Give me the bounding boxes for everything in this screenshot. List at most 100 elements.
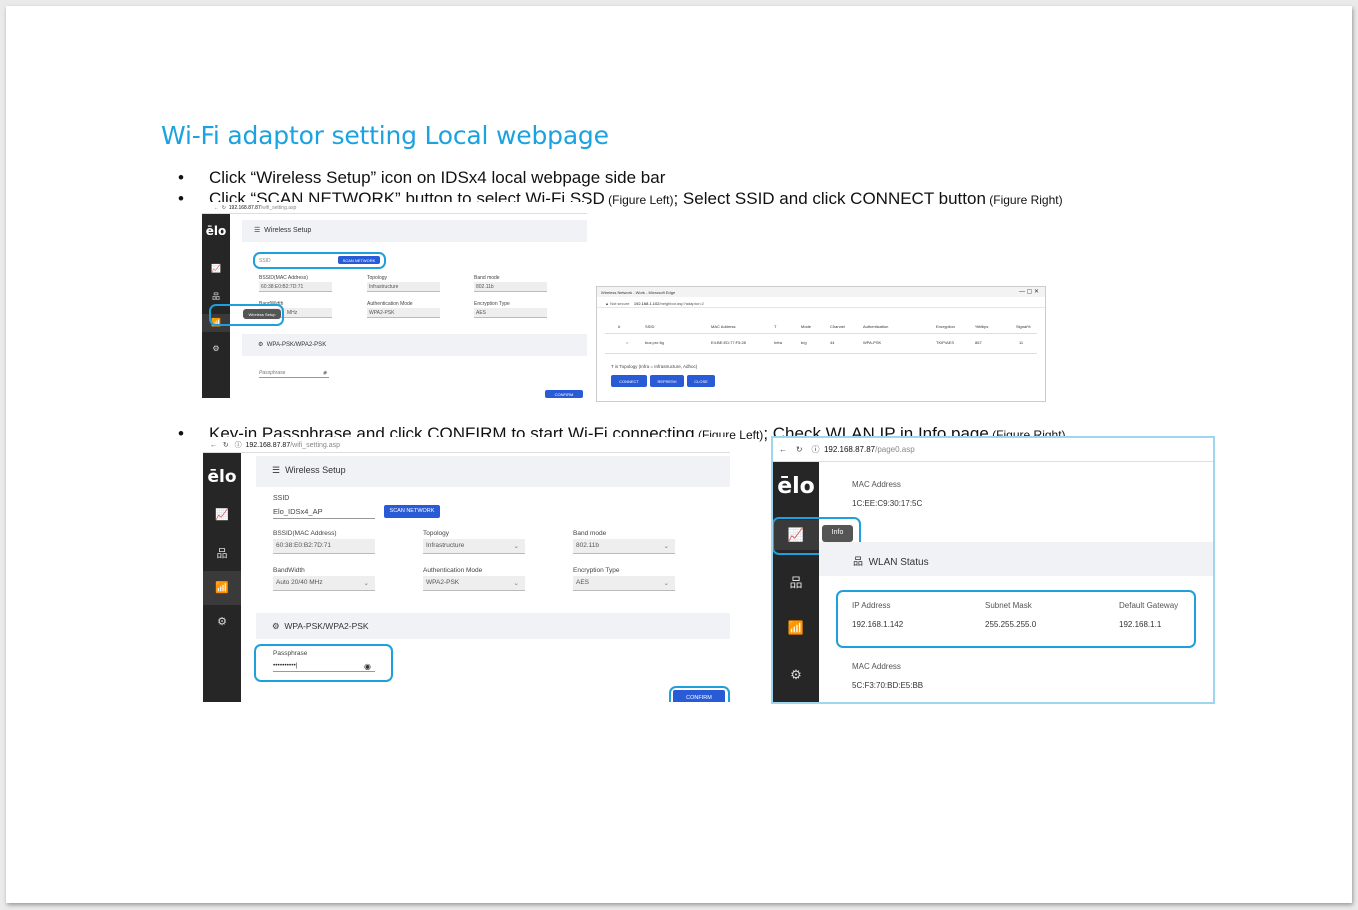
url-path: /neighbor.asp?adaptor=2 <box>659 301 704 306</box>
reload-icon[interactable]: ↻ <box>223 442 229 449</box>
address-bar: ▲ Not secure 192.168.1.102/neighbor.asp?… <box>597 298 1045 308</box>
confirm-button[interactable]: CONFIRM <box>545 390 583 398</box>
row-radio[interactable]: ○ <box>626 340 628 345</box>
table-header: # SSID MAC Address T Mode Channel Authen… <box>605 324 1037 332</box>
col-channel: Channel <box>830 324 845 329</box>
col-num: # <box>618 324 621 329</box>
sidebar: ēlo 📈 品 📶 ⚙ <box>203 453 241 702</box>
row-auth: WPA-PSK <box>863 340 882 345</box>
gears-icon: ⚙ <box>258 342 264 348</box>
col-mode: Mode <box>801 324 812 329</box>
url-host: 192.168.1.102 <box>633 301 660 306</box>
refresh-button[interactable]: REFRESH <box>650 375 684 387</box>
window-titlebar: Wireless Network - Work - Microsoft Edge… <box>597 287 1045 297</box>
highlight-ip-info <box>836 590 1196 648</box>
gears-icon[interactable]: ⚙ <box>203 615 241 628</box>
auth-select[interactable]: WPA2-PSK ⌄ <box>423 576 525 591</box>
ssid-input[interactable]: Elo_IDSx4_AP <box>273 507 375 519</box>
divider <box>605 333 1037 334</box>
row-mbps: 867 <box>975 340 982 345</box>
bullet-dot: • <box>178 424 184 443</box>
elo-logo: ēlo <box>777 474 815 499</box>
bullet-dot: • <box>178 189 184 208</box>
close-button[interactable]: CLOSE <box>687 375 715 387</box>
section-title: WPA-PSK/WPA2-PSK <box>266 342 327 348</box>
passphrase-input[interactable]: Passphrase ◉ <box>259 370 329 378</box>
reload-icon[interactable]: ↻ <box>222 205 226 211</box>
section-title: WPA-PSK/WPA2-PSK <box>284 621 369 631</box>
address-bar: ← ↻ ⓘ 192.168.87.87/page0.asp <box>773 438 1213 462</box>
band-label: Band mode <box>573 530 607 537</box>
url-path: /wifi_setting.asp <box>290 442 341 449</box>
window-controls[interactable]: — ▢ ✕ <box>1019 288 1039 295</box>
chart-icon[interactable]: 📈 <box>202 264 230 273</box>
wifi-icon[interactable]: 📶 <box>773 620 819 636</box>
network-icon[interactable]: 品 <box>202 291 230 302</box>
auth-label: Authentication Mode <box>423 567 483 574</box>
back-icon[interactable]: ← <box>214 205 219 211</box>
topology-label: Topology <box>423 530 450 537</box>
reload-icon[interactable]: ↻ <box>796 445 803 454</box>
bandwidth-label: BandWidth <box>273 567 305 574</box>
enc-select[interactable]: AES ⌄ <box>573 576 675 591</box>
bssid-label: BSSID(MAC Address) <box>259 275 308 281</box>
bullet-text: Click “Wireless Setup” icon on IDSx4 loc… <box>209 168 666 187</box>
network-icon[interactable]: 品 <box>203 545 241 561</box>
menu-icon: ☰ <box>254 227 261 234</box>
row-enc: TKIP/AES <box>936 340 955 345</box>
table-row[interactable]: ○ bus pro 6g E4:BE:ED:77:F5:28 Infra b/g… <box>605 340 1037 348</box>
band-select[interactable]: 802.11b ⌄ <box>573 539 675 554</box>
gears-icon[interactable]: ⚙ <box>773 667 819 683</box>
screenshot-wireless-setup-passphrase: ← ↻ ⓘ 192.168.87.87/wifi_setting.asp ēlo… <box>203 437 730 702</box>
gears-icon: ⚙ <box>272 621 280 631</box>
mac-label: MAC Address <box>852 480 901 489</box>
site-info-icon[interactable]: ⓘ <box>811 445 819 454</box>
auth-select[interactable]: WPA2-PSK <box>367 308 440 318</box>
col-auth: Authentication <box>863 324 889 329</box>
band-select[interactable]: 802.11b <box>474 282 547 292</box>
col-mac: MAC Address <box>711 324 736 329</box>
scan-network-button[interactable]: SCAN NETWORK <box>384 505 440 518</box>
gears-icon[interactable]: ⚙ <box>202 344 230 353</box>
header-bar: ☰ Wireless Setup <box>242 220 587 242</box>
bssid-label: BSSID(MAC Address) <box>273 530 337 537</box>
header-title: Wireless Setup <box>285 465 346 475</box>
chart-icon[interactable]: 📈 <box>203 508 241 521</box>
topology-select[interactable]: Infrastructure ⌄ <box>423 539 525 554</box>
divider <box>605 353 1037 354</box>
wifi-icon[interactable]: 📶 <box>203 571 241 605</box>
topology-legend: T is Topology (Infra = Infrastructure, A… <box>611 364 698 369</box>
eye-icon[interactable]: ◉ <box>323 370 327 376</box>
section-title: WLAN Status <box>868 557 929 568</box>
band-label: Band mode <box>474 275 500 281</box>
row-signal: 11 <box>1019 340 1024 345</box>
site-info-icon[interactable]: ⓘ <box>235 442 242 449</box>
col-mbps: %Mbps <box>975 324 989 329</box>
back-icon[interactable]: ← <box>779 445 787 454</box>
security-section-header: ⚙ WPA-PSK/WPA2-PSK <box>256 613 730 639</box>
row-topology: Infra <box>774 340 783 345</box>
col-signal: Signal% <box>1016 324 1031 329</box>
url-path: /page0.asp <box>875 445 915 454</box>
url-host: 192.168.87.87 <box>823 445 876 454</box>
enc-label: Encryption Type <box>573 567 620 574</box>
elo-logo: ēlo <box>205 224 227 238</box>
col-enc: Encryption <box>936 324 955 329</box>
menu-icon: ☰ <box>272 465 281 475</box>
screenshot-info-page: ← ↻ ⓘ 192.168.87.87/page0.asp ēlo 📈 品 📶 … <box>771 436 1215 704</box>
connect-button[interactable]: CONNECT <box>611 375 647 387</box>
mac2-value: 5C:F3:70:BD:E5:BB <box>852 681 924 690</box>
header-title: Wireless Setup <box>264 227 312 234</box>
highlight-passphrase <box>254 644 393 682</box>
back-icon[interactable]: ← <box>210 442 217 449</box>
sidebar: ēlo 📈 品 📶 ⚙ <box>773 462 819 702</box>
topology-select[interactable]: Infrastructure <box>367 282 440 292</box>
bandwidth-select[interactable]: Auto 20/40 MHz ⌄ <box>273 576 375 591</box>
enc-select[interactable]: AES <box>474 308 547 318</box>
screenshot-wireless-setup-scan: ← ↻ 192.168.87.87/wifi_setting.asp ēlo 📈… <box>202 202 587 398</box>
address-bar: ← ↻ 192.168.87.87/wifi_setting.asp <box>202 202 587 214</box>
col-topology: T <box>774 324 777 329</box>
network-icon[interactable]: 品 <box>773 572 819 591</box>
slide-title: Wi-Fi adaptor setting Local webpage <box>161 121 609 150</box>
window-title: Wireless Network - Work - Microsoft Edge <box>601 290 676 295</box>
